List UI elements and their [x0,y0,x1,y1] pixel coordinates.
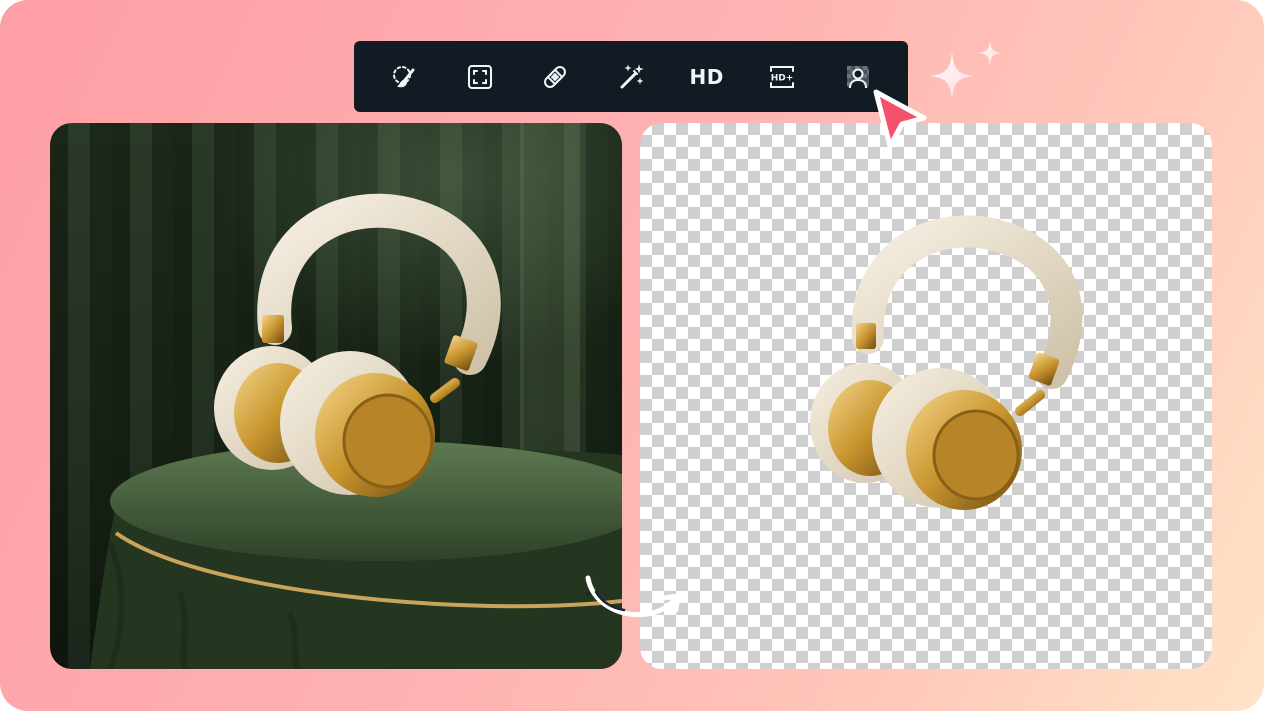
tool-lasso-brush[interactable] [382,55,426,99]
curved-arrow-icon [585,575,681,618]
crop-frame-icon [467,64,492,89]
tool-hd-plus[interactable]: HD+ [760,55,804,99]
original-image-panel [50,123,622,669]
cutout-photo [810,215,1083,510]
hd-plus-icon: HD+ [770,65,795,88]
tool-crop[interactable] [458,55,502,99]
tool-hd[interactable]: HD [685,55,729,99]
background-removed-panel [640,123,1212,669]
bandage-heal-icon [544,65,567,88]
magic-wand-icon [620,63,644,88]
hd-label: HD [689,64,724,89]
editing-toolbar: HD HD+ [354,41,908,112]
lasso-brush-icon [392,65,415,87]
hd-plus-text: HD+ [771,73,794,83]
tool-magic-wand[interactable] [609,55,653,99]
tool-heal[interactable] [533,55,577,99]
original-photo [90,123,622,669]
promo-frame: HD HD+ [0,0,1264,711]
cursor-pointer-icon [873,89,927,149]
